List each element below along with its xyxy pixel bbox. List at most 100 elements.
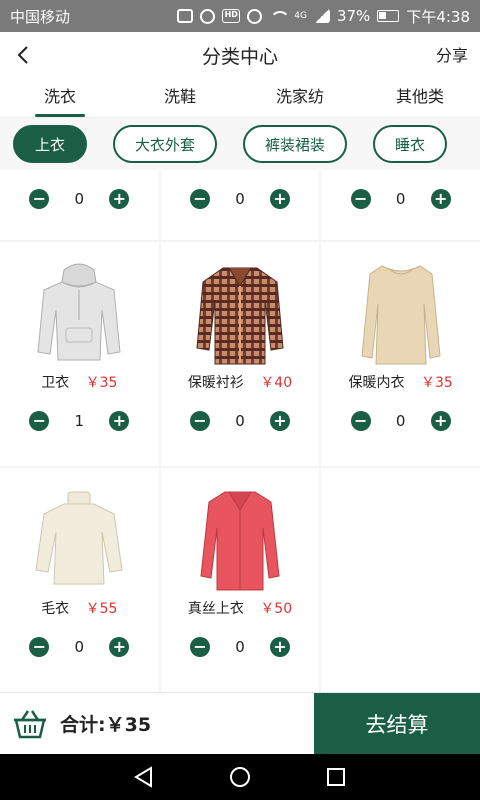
quantity-value: 0 <box>235 190 245 208</box>
product-card[interactable]: 真丝上衣 ￥50 − 0 + <box>160 468 320 692</box>
category-tabs: 洗衣 洗鞋 洗家纺 其他类 <box>0 78 480 118</box>
quantity-value: 0 <box>235 638 245 656</box>
quantity-value: 0 <box>395 412 406 430</box>
product-price: ￥35 <box>85 375 118 391</box>
product-price: ￥50 <box>260 601 293 617</box>
product-row: 卫衣 ￥35 − 1 + 保暖衬衫 ￥40 − 0 + 保暖内衣 ￥35 − 0… <box>0 242 480 466</box>
product-card[interactable]: 卫衣 ￥35 − 1 + <box>0 242 159 466</box>
increase-button[interactable]: + <box>109 637 130 657</box>
hoodie-image <box>37 263 121 361</box>
vibrate-icon <box>177 9 194 23</box>
thermal-underwear-image <box>361 265 441 365</box>
subcategory-sleepwear[interactable]: 睡衣 <box>373 125 448 163</box>
product-card[interactable]: 毛衣 ￥55 − 0 + <box>0 468 159 692</box>
quantity-stepper: − 0 + <box>190 188 290 210</box>
product-info: 卫衣 ￥35 <box>0 372 159 392</box>
back-button[interactable] <box>6 36 42 74</box>
triangle-back-icon <box>134 766 152 788</box>
wifi-icon <box>269 9 291 23</box>
chevron-left-icon <box>17 46 28 64</box>
product-card: − 0 + <box>0 170 159 240</box>
quantity-stepper: − 0 + <box>29 188 130 210</box>
quantity-stepper: − 0 + <box>190 410 290 432</box>
battery-icon <box>377 10 400 22</box>
quantity-stepper: − 0 + <box>350 188 451 210</box>
product-info: 保暖衬衫 ￥40 <box>161 372 320 392</box>
nav-home-button[interactable] <box>227 764 253 790</box>
subcategory-coats[interactable]: 大衣外套 <box>113 125 218 163</box>
product-price: ￥35 <box>420 375 453 391</box>
cart-bar: 合计:￥35 去结算 <box>0 692 480 754</box>
page-title: 分类中心 <box>201 45 278 68</box>
alarm-icon <box>200 8 216 24</box>
decrease-button[interactable]: − <box>190 637 210 657</box>
cart-summary: 合计:￥35 <box>0 693 314 754</box>
product-price: ￥55 <box>85 601 118 617</box>
product-info: 真丝上衣 ￥50 <box>161 598 320 618</box>
tab-wash-shoes[interactable]: 洗鞋 <box>120 78 240 117</box>
product-name: 保暖内衣 <box>348 375 405 391</box>
product-row: − 0 + − 0 + − 0 + <box>0 170 480 240</box>
decrease-button[interactable]: − <box>190 411 210 431</box>
silk-blouse-image <box>200 491 280 591</box>
subcategory-bar: 上衣 大衣外套 裤装裙装 睡衣 <box>0 118 480 170</box>
decrease-button[interactable]: − <box>29 637 50 657</box>
product-card: − 0 + <box>160 170 320 240</box>
product-name: 真丝上衣 <box>187 601 244 617</box>
quantity-value: 0 <box>74 638 85 656</box>
decrease-button[interactable]: − <box>350 189 371 209</box>
share-button[interactable]: 分享 <box>436 42 468 66</box>
product-name: 卫衣 <box>41 375 70 391</box>
decrease-button[interactable]: − <box>190 189 210 209</box>
increase-button[interactable]: + <box>270 189 290 209</box>
product-name: 保暖衬衫 <box>187 375 244 391</box>
status-icons: HD 4G 37% 下午4:38 <box>177 6 470 27</box>
product-card: − 0 + <box>321 170 480 240</box>
hd-icon: HD <box>222 9 241 23</box>
circle-home-icon <box>230 767 250 787</box>
tab-wash-home-textiles[interactable]: 洗家纺 <box>240 78 360 117</box>
subcategory-tops[interactable]: 上衣 <box>13 125 88 163</box>
product-grid: − 0 + − 0 + − 0 + 卫衣 ￥35 − 1 + 保暖衬衫 ￥40 … <box>0 170 480 692</box>
product-name: 毛衣 <box>41 601 70 617</box>
tab-wash-clothes[interactable]: 洗衣 <box>0 78 120 117</box>
product-info: 毛衣 ￥55 <box>0 598 159 618</box>
battery-percent: 37% <box>336 7 371 25</box>
product-card[interactable]: 保暖内衣 ￥35 − 0 + <box>321 242 480 466</box>
sweater-image <box>35 491 123 585</box>
product-price: ￥40 <box>260 375 293 391</box>
system-nav-bar <box>0 754 480 800</box>
cart-total: 合计:￥35 <box>60 714 152 736</box>
nav-recents-button[interactable] <box>323 764 349 790</box>
top-header: 分类中心 分享 <box>0 32 480 78</box>
product-card[interactable]: 保暖衬衫 ￥40 − 0 + <box>160 242 320 466</box>
checkout-button[interactable]: 去结算 <box>314 693 480 754</box>
quantity-stepper: − 1 + <box>29 410 130 432</box>
increase-button[interactable]: + <box>109 411 130 431</box>
nav-back-button[interactable] <box>131 764 157 790</box>
subcategory-pants-skirts[interactable]: 裤装裙装 <box>243 125 348 163</box>
increase-button[interactable]: + <box>430 189 451 209</box>
quantity-value: 0 <box>395 190 406 208</box>
decrease-button[interactable]: − <box>29 189 50 209</box>
quantity-stepper: − 0 + <box>29 636 130 658</box>
product-info: 保暖内衣 ￥35 <box>321 372 480 392</box>
basket-icon[interactable] <box>12 709 48 739</box>
decrease-button[interactable]: − <box>29 411 50 431</box>
quantity-value: 0 <box>235 412 245 430</box>
carrier-name: 中国移动 <box>10 7 71 26</box>
increase-button[interactable]: + <box>270 411 290 431</box>
increase-button[interactable]: + <box>430 411 451 431</box>
tab-others[interactable]: 其他类 <box>360 78 480 117</box>
increase-button[interactable]: + <box>270 637 290 657</box>
quantity-stepper: − 0 + <box>350 410 451 432</box>
status-bar: 中国移动 HD 4G 37% 下午4:38 <box>0 0 480 32</box>
quantity-value: 0 <box>74 190 85 208</box>
quantity-value: 1 <box>74 412 85 430</box>
network-type: 4G <box>294 11 307 21</box>
quantity-stepper: − 0 + <box>190 636 290 658</box>
clock: 下午4:38 <box>406 7 470 26</box>
decrease-button[interactable]: − <box>350 411 371 431</box>
empty-card <box>321 468 480 692</box>
increase-button[interactable]: + <box>109 189 130 209</box>
